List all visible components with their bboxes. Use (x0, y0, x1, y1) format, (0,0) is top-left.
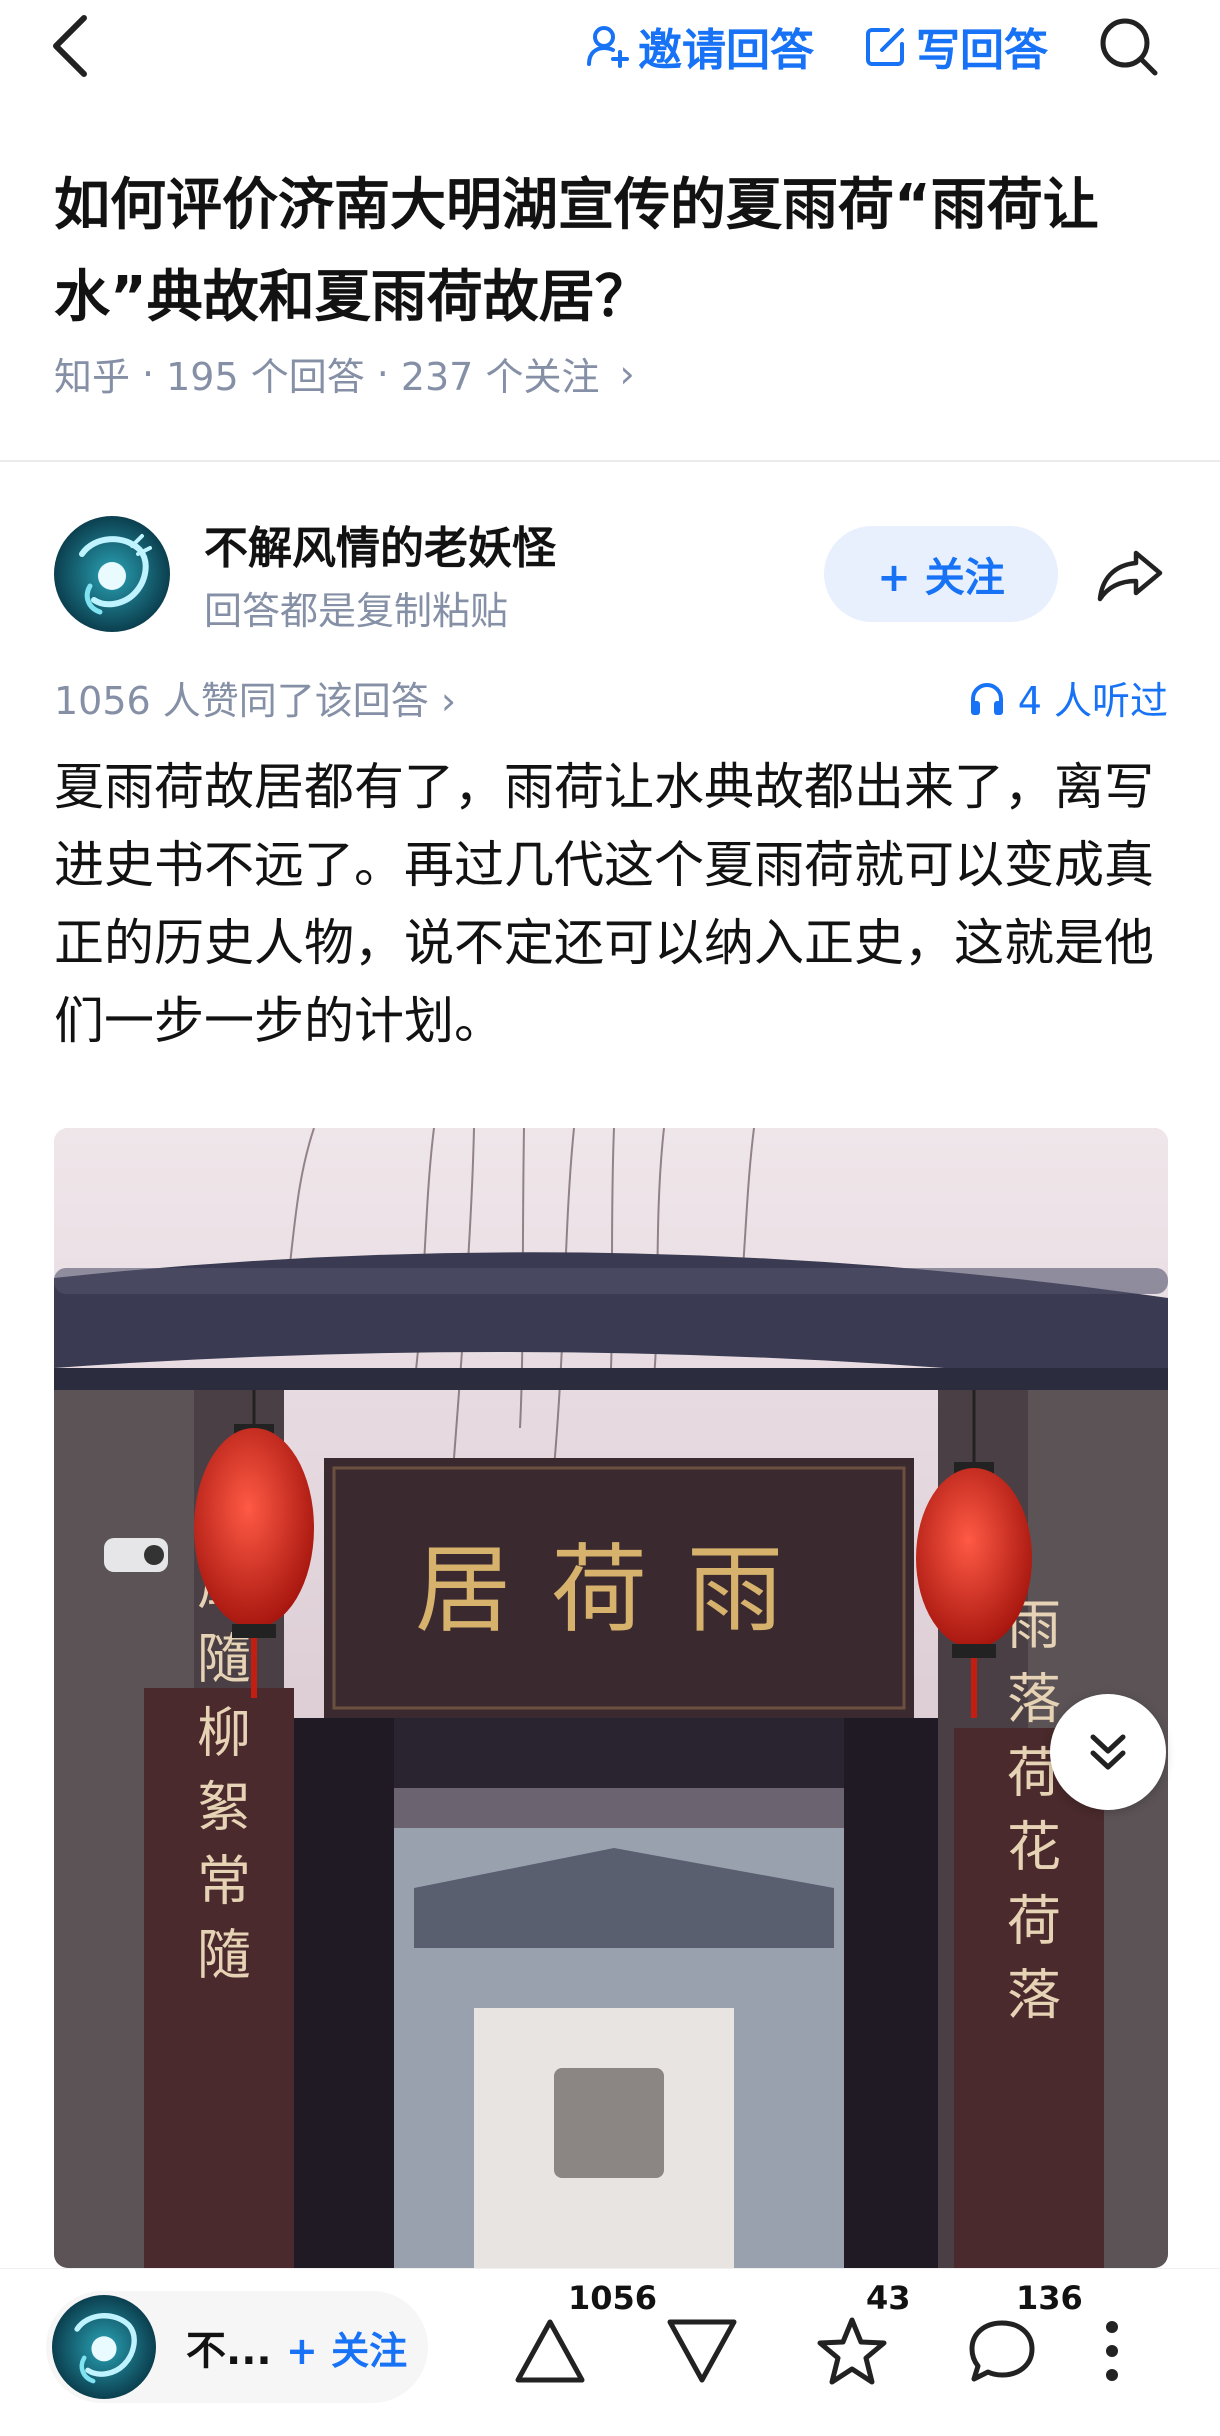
right-couplet-text: 雨落荷花荷落 (998, 1596, 1061, 2040)
bottom-action-bar: 不... + 关注 1056 43 136 (0, 2268, 1220, 2436)
edit-icon (866, 28, 904, 66)
dragon-avatar-icon (52, 2295, 156, 2399)
invite-user-icon (587, 26, 629, 68)
star-icon (817, 2317, 887, 2385)
share-icon (1097, 550, 1163, 602)
plaque-text: 居荷雨 (415, 1534, 823, 1646)
headphones-icon (970, 682, 1003, 715)
bottom-author-pill[interactable]: 不... + 关注 (46, 2291, 428, 2403)
triangle-down-icon (667, 2319, 737, 2383)
write-answer-button[interactable]: 写回答 (864, 18, 1048, 76)
source-label: 知乎 (54, 355, 131, 399)
share-button[interactable] (1090, 540, 1170, 610)
separator-dot: · (142, 351, 155, 396)
invite-answer-label: 邀请回答 (638, 25, 814, 76)
more-button[interactable] (1082, 2301, 1142, 2401)
listened-count: 4 人听过 (1017, 679, 1168, 723)
author-avatar[interactable] (54, 516, 170, 632)
chevron-left-icon (53, 15, 87, 77)
answer-count: 195 个回答 (166, 355, 365, 399)
bottom-author-name: 不... (186, 2328, 270, 2374)
answer-image[interactable]: 居荷雨 風隨柳絮常隨 雨落荷花荷落 (54, 1128, 1168, 2268)
back-button[interactable] (40, 14, 100, 78)
answer-body: 夏雨荷故居都有了，雨荷让水典故都出来了，离写进史书不远了。再过几代这个夏雨荷就可… (54, 758, 1154, 1050)
invite-answer-button[interactable]: 邀请回答 (586, 18, 814, 76)
bottom-follow-button[interactable]: + 关注 (286, 2320, 407, 2375)
triangle-up-icon (515, 2319, 585, 2383)
search-icon (1100, 18, 1158, 76)
comment-bubble-icon (969, 2320, 1035, 2382)
follower-count: 237 个关注 (400, 355, 600, 399)
gate-photo-illustration: 居荷雨 風隨柳絮常隨 雨落荷花荷落 (54, 1128, 1168, 2268)
write-answer-label: 写回答 (916, 25, 1048, 76)
upvote-count: 1056 (568, 2279, 658, 2317)
follow-button[interactable]: + 关注 (824, 526, 1058, 622)
chevron-right-icon: › (619, 351, 635, 396)
double-chevron-down-icon (1090, 1734, 1126, 1770)
favorite-count: 43 (866, 2279, 911, 2317)
comment-count: 136 (1016, 2279, 1083, 2317)
upvote-summary[interactable]: 1056 人赞同了该回答 › (54, 670, 456, 725)
downvote-button[interactable] (652, 2301, 752, 2401)
separator-dot: · (376, 351, 389, 396)
dragon-avatar-icon (54, 516, 170, 632)
author-name[interactable]: 不解风情的老妖怪 (204, 512, 556, 576)
expand-button[interactable] (1050, 1694, 1166, 1810)
author-bio: 回答都是复制粘贴 (204, 589, 509, 633)
more-vertical-icon (1106, 2321, 1118, 2381)
divider (0, 460, 1220, 462)
listened-summary[interactable]: 4 人听过 (968, 670, 1168, 725)
bottom-author-avatar[interactable] (52, 2295, 156, 2399)
top-bar: 邀请回答 写回答 (0, 0, 1220, 96)
search-button[interactable] (1096, 14, 1162, 80)
question-meta[interactable]: 知乎 · 195 个回答 · 237 个关注 › (54, 346, 635, 401)
question-title[interactable]: 如何评价济南大明湖宣传的夏雨荷“雨荷让水”典故和夏雨荷故居？ (54, 160, 1174, 344)
